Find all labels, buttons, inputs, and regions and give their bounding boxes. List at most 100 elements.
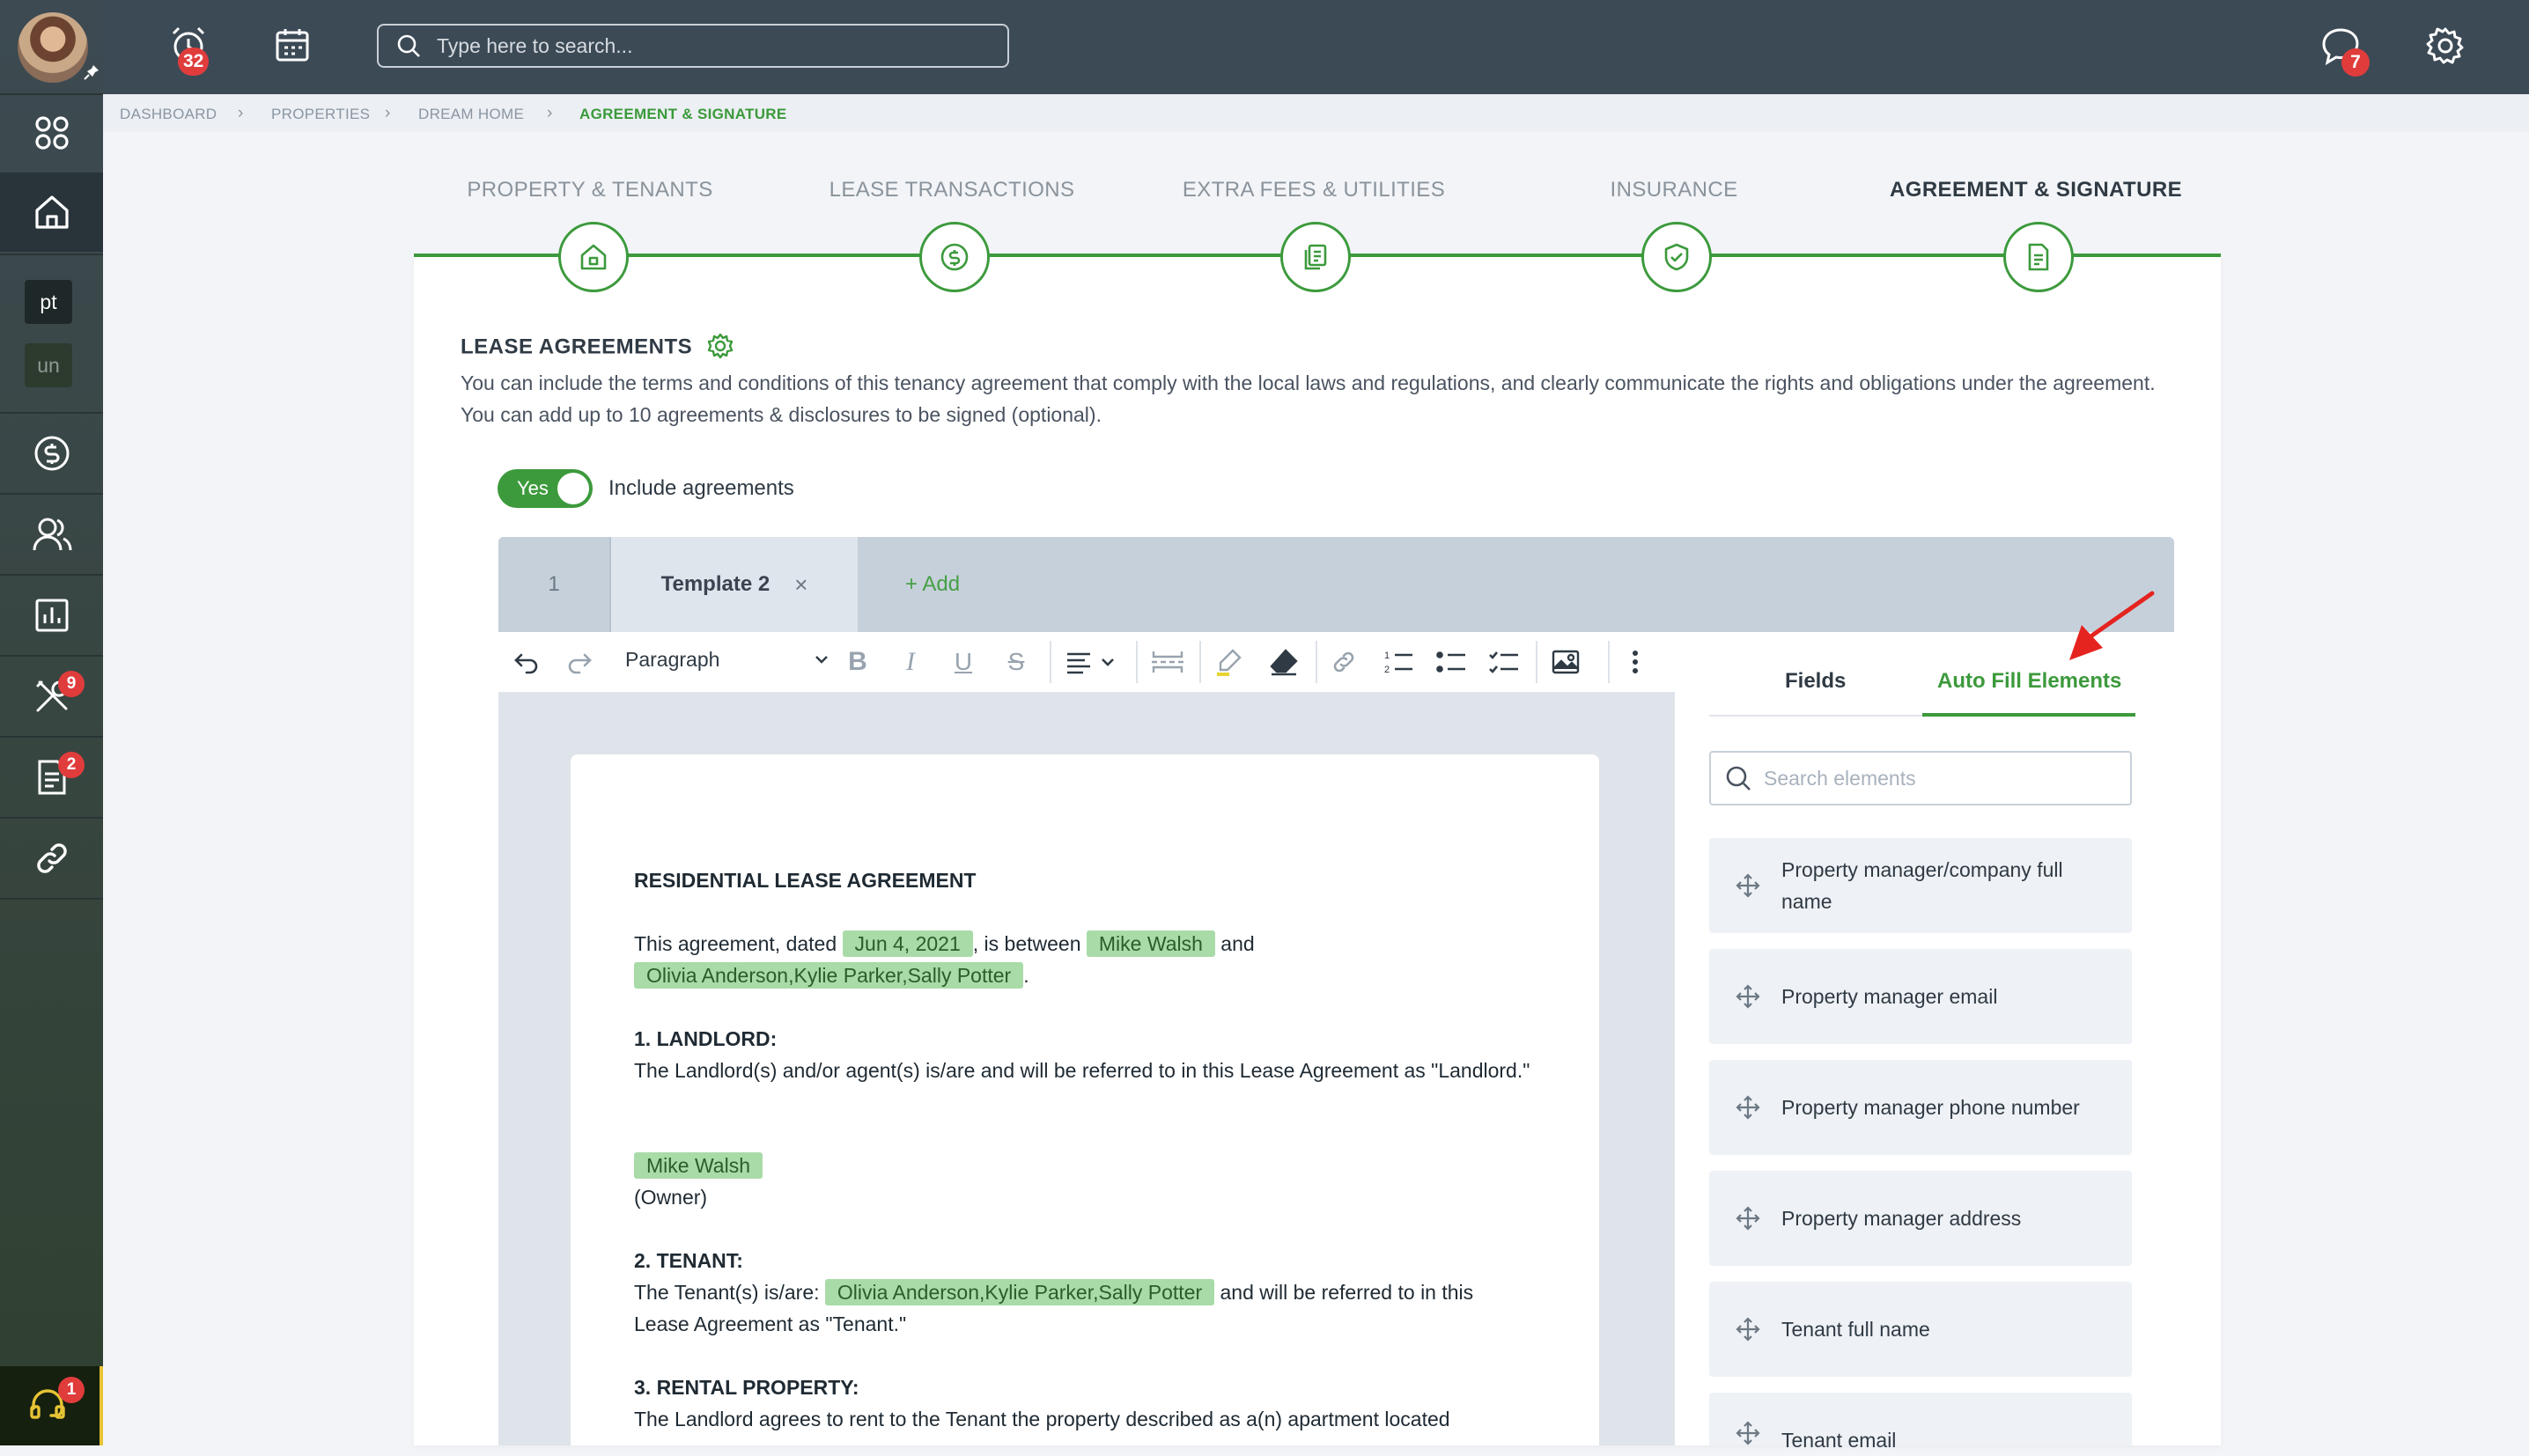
tab-template-2[interactable]: Template 2 ×: [611, 537, 858, 632]
toggle-knob: [557, 473, 589, 504]
underline-icon[interactable]: U: [949, 644, 977, 680]
sidebar-item-documents[interactable]: 2: [0, 738, 103, 817]
sidebar-item-properties[interactable]: [0, 173, 103, 252]
bullet-list-icon[interactable]: [1434, 644, 1469, 680]
undo-icon[interactable]: [511, 644, 542, 680]
drag-move-icon[interactable]: [1736, 1317, 1760, 1342]
tab-agreement-1[interactable]: 1: [498, 537, 611, 632]
drag-move-icon[interactable]: [1736, 984, 1760, 1009]
step-agreement-signature[interactable]: AGREEMENT & SIGNATURE: [1890, 178, 2182, 202]
drag-move-icon[interactable]: [1736, 1095, 1760, 1120]
element-label: Property manager address: [1781, 1207, 2022, 1230]
dollar-icon: [940, 242, 970, 272]
elements-search[interactable]: [1709, 751, 2132, 805]
element-item[interactable]: Property manager address: [1709, 1171, 2132, 1266]
home-icon: [33, 193, 71, 232]
maintenance-badge: 9: [58, 671, 85, 697]
more-vertical-icon[interactable]: [1622, 644, 1648, 680]
user-avatar[interactable]: [18, 12, 88, 83]
sidebar-item-links[interactable]: [0, 819, 103, 898]
active-tab-underline: [1922, 713, 2135, 717]
image-icon[interactable]: [1548, 644, 1583, 680]
editor-toolbar: Paragraph B I U S 12: [498, 632, 1675, 692]
step-circle-fees[interactable]: [1280, 222, 1351, 292]
toolbar-divider: [1050, 641, 1051, 683]
italic-icon[interactable]: I: [896, 644, 925, 680]
tenants-chip[interactable]: Olivia Anderson,Kylie Parker,Sally Potte…: [824, 1279, 1215, 1305]
link-icon[interactable]: [1328, 644, 1360, 680]
rental-section: 3. RENTAL PROPERTY: The Landlord agrees …: [634, 1371, 1532, 1435]
step-lease-transactions[interactable]: LEASE TRANSACTIONS: [829, 178, 1075, 202]
workspace-un[interactable]: un: [25, 343, 72, 387]
home-icon: [579, 242, 608, 272]
topbar: 32 7: [103, 0, 2529, 94]
step-property-tenants[interactable]: PROPERTY & TENANTS: [467, 178, 712, 202]
sidebar-item-maintenance[interactable]: 9: [0, 657, 103, 736]
elements-search-input[interactable]: [1762, 765, 2118, 791]
step-extra-fees[interactable]: EXTRA FEES & UTILITIES: [1183, 178, 1445, 202]
element-item[interactable]: Property manager/company full name: [1709, 838, 2132, 933]
landlord-chip[interactable]: Mike Walsh: [634, 1152, 763, 1179]
global-search[interactable]: [377, 24, 1009, 68]
chevron-right-icon: ›: [238, 104, 244, 122]
tab-auto-fill-elements[interactable]: Auto Fill Elements: [1937, 669, 2121, 694]
search-icon: [396, 33, 421, 58]
numbered-list-icon[interactable]: 12: [1381, 644, 1416, 680]
bold-icon[interactable]: B: [844, 644, 872, 680]
step-circle-lease[interactable]: [919, 222, 990, 292]
highlight-icon[interactable]: [1212, 644, 1247, 680]
close-tab-icon[interactable]: ×: [794, 571, 807, 599]
sidebar-item-apps[interactable]: [0, 93, 103, 173]
breadcrumb-dream-home[interactable]: DREAM HOME: [418, 106, 524, 123]
chart-icon: [33, 597, 70, 634]
toolbar-divider: [1316, 641, 1317, 683]
sidebar: pt un 9 2 1: [0, 0, 103, 1445]
paragraph-style-select[interactable]: Paragraph: [625, 648, 829, 672]
gear-icon[interactable]: [2426, 26, 2465, 65]
element-item[interactable]: Property manager email: [1709, 949, 2132, 1044]
element-item[interactable]: Property manager phone number: [1709, 1060, 2132, 1155]
drag-move-icon[interactable]: [1736, 1206, 1760, 1231]
tab-label: Template 2: [660, 572, 770, 596]
tenants-chip[interactable]: Olivia Anderson,Kylie Parker,Sally Potte…: [634, 962, 1024, 989]
drag-move-icon[interactable]: [1736, 1421, 1760, 1445]
document-page[interactable]: [571, 754, 1599, 1445]
breadcrumb-properties[interactable]: PROPERTIES: [271, 106, 370, 123]
breadcrumb-dashboard[interactable]: DASHBOARD: [120, 106, 217, 123]
global-search-input[interactable]: [435, 33, 967, 59]
date-chip[interactable]: Jun 4, 2021: [842, 930, 973, 957]
tab-fields[interactable]: Fields: [1785, 669, 1846, 694]
calendar-icon[interactable]: [274, 26, 311, 63]
align-icon[interactable]: [1064, 644, 1120, 680]
add-agreement-button[interactable]: + Add: [905, 537, 1011, 632]
eraser-icon[interactable]: [1266, 644, 1301, 680]
document-icon: [2024, 242, 2053, 272]
tab-label: 1: [548, 572, 560, 596]
sidebar-item-finance[interactable]: [0, 414, 103, 493]
settings-icon[interactable]: [707, 333, 734, 359]
sidebar-item-reports[interactable]: [0, 576, 103, 655]
document-intro: This agreement, dated Jun 4, 2021, is be…: [634, 928, 1532, 991]
intro-text: and: [1220, 932, 1255, 955]
sidebar-item-support[interactable]: 1: [0, 1366, 103, 1445]
sidebar-item-people[interactable]: [0, 495, 103, 574]
redo-icon[interactable]: [564, 644, 595, 680]
element-label: Tenant full name: [1781, 1318, 1930, 1341]
checklist-icon[interactable]: [1486, 644, 1522, 680]
alarm-badge: 32: [178, 48, 210, 76]
add-label: + Add: [905, 572, 961, 596]
step-circle-agreement[interactable]: [2003, 222, 2074, 292]
landlord-chip[interactable]: Mike Walsh: [1086, 930, 1215, 957]
element-label: Tenant email: [1781, 1429, 1897, 1452]
workspace-pt[interactable]: pt: [25, 280, 72, 324]
step-circle-insurance[interactable]: [1641, 222, 1712, 292]
step-insurance[interactable]: INSURANCE: [1611, 178, 1738, 202]
include-agreements-toggle[interactable]: Yes: [498, 469, 593, 508]
element-item[interactable]: Tenant full name: [1709, 1282, 2132, 1377]
element-item[interactable]: Tenant email: [1709, 1393, 2132, 1452]
step-circle-property[interactable]: [558, 222, 629, 292]
chevron-right-icon: ›: [385, 104, 391, 122]
strikethrough-icon[interactable]: S: [1002, 644, 1030, 680]
drag-move-icon[interactable]: [1736, 873, 1760, 898]
page-break-icon[interactable]: [1150, 644, 1185, 680]
